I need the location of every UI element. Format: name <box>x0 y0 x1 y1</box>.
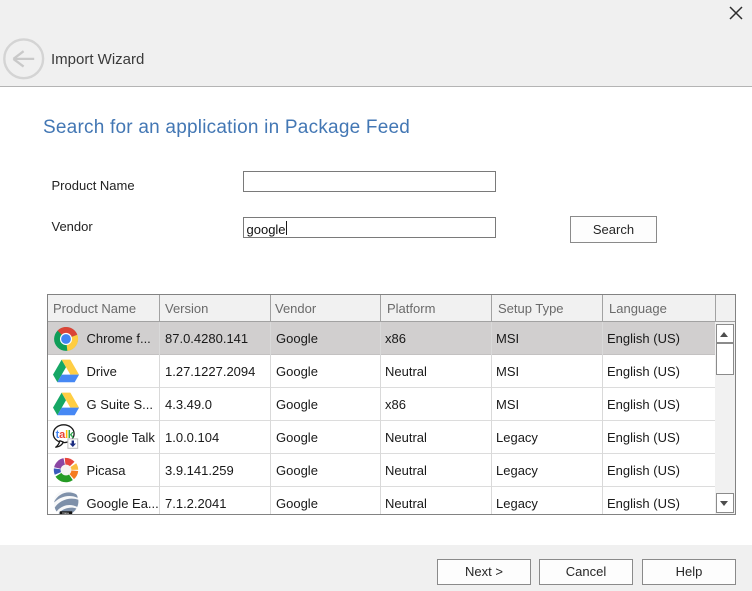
svg-text:Data: Data <box>63 511 70 514</box>
